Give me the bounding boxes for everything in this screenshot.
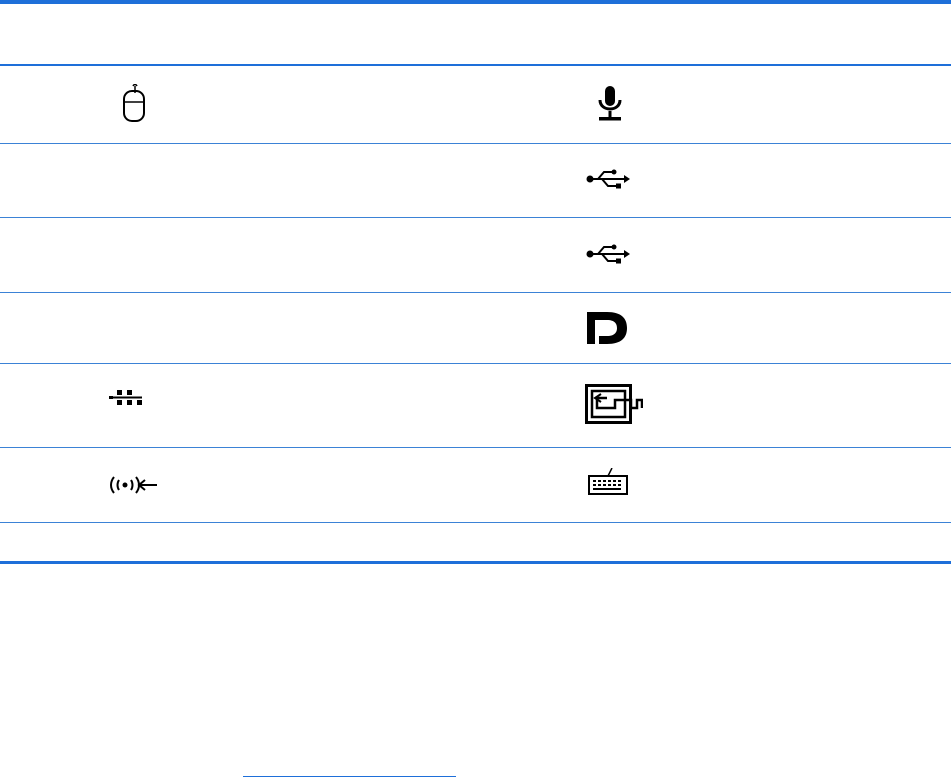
row-divider [0, 143, 951, 144]
network-icon [109, 389, 143, 405]
top-border [0, 0, 951, 4]
keyboard-icon [588, 468, 630, 496]
row-divider [0, 522, 951, 523]
row-divider [0, 292, 951, 293]
microphone-icon [595, 85, 625, 123]
usb-icon [586, 169, 632, 189]
serial-port-icon [585, 384, 643, 424]
usb-icon [586, 244, 632, 264]
row-divider [0, 447, 951, 448]
displayport-icon [585, 310, 629, 346]
audio-line-in-icon [109, 474, 159, 496]
row-divider [0, 217, 951, 218]
table-bottom-border [0, 561, 951, 564]
mouse-icon [121, 84, 147, 124]
row-divider [0, 363, 951, 364]
header-rule [0, 64, 951, 66]
footer-link-underline[interactable] [243, 776, 456, 777]
